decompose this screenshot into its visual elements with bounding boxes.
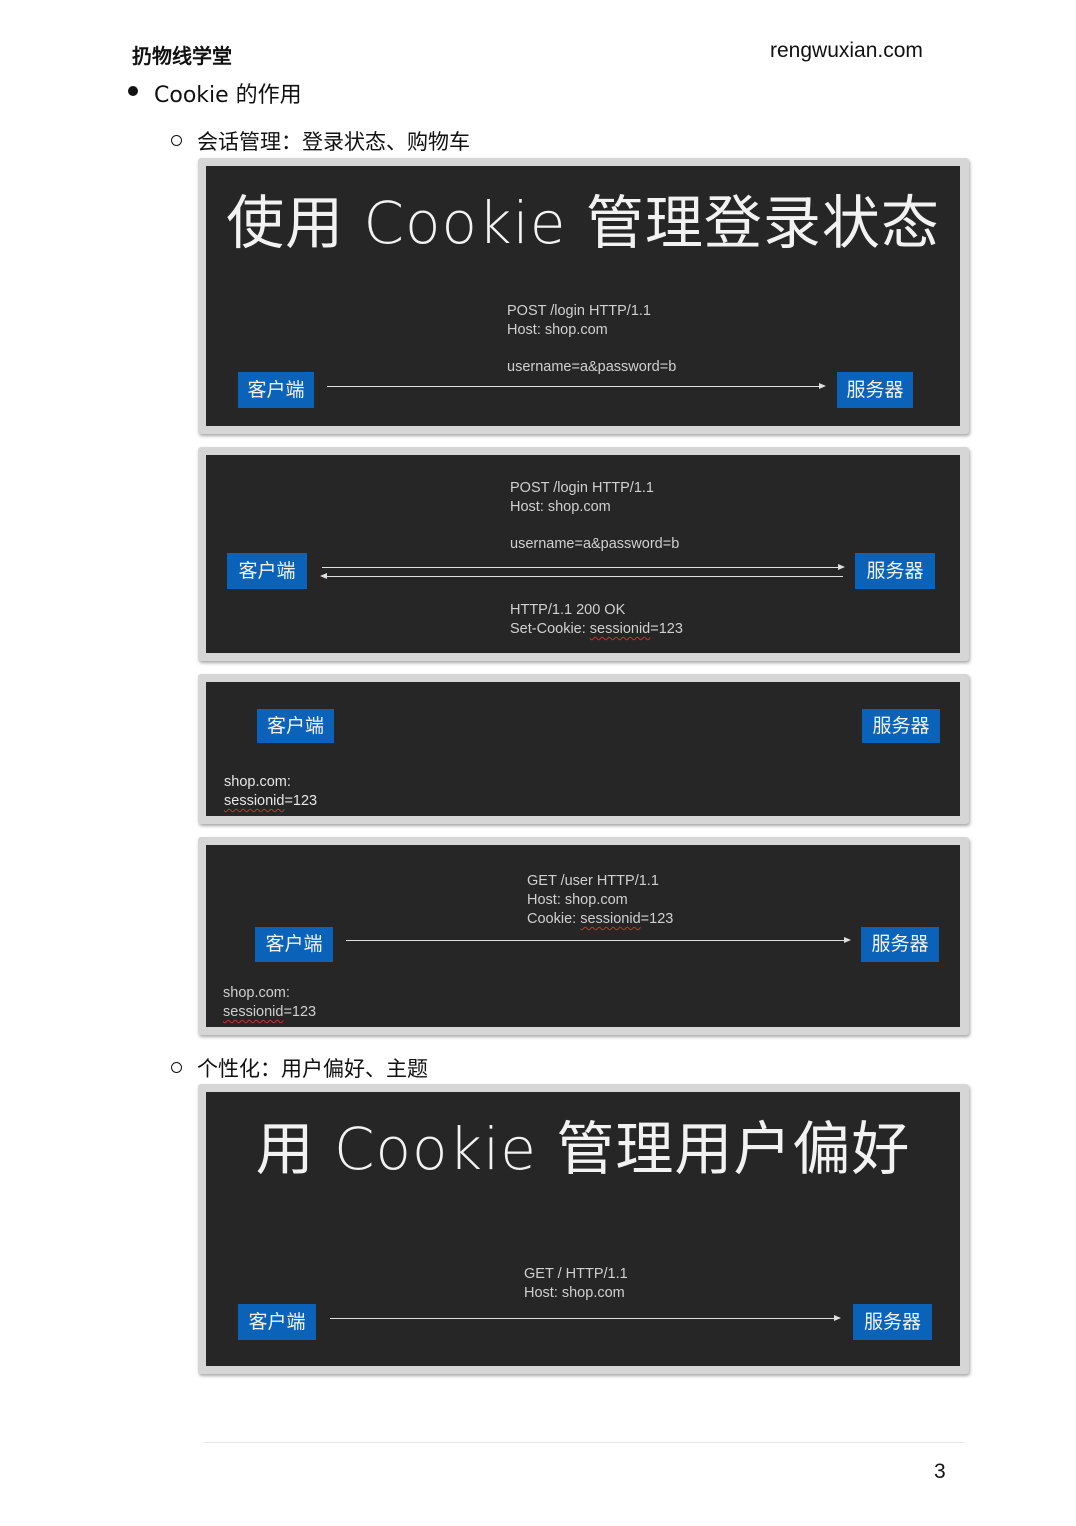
response-arrow [320, 573, 843, 579]
bullet-dot-icon [128, 86, 138, 96]
header-site: rengwuxian.com [770, 39, 923, 62]
slide-title: 用 Cookie 管理用户偏好 [255, 1115, 911, 1183]
response-message: HTTP/1.1 200 OK Set-Cookie: sessionid=12… [510, 601, 683, 639]
slide-title: 使用 Cookie 管理登录状态 [226, 189, 940, 257]
client-box: 客户端 [227, 553, 307, 589]
page-number: 3 [934, 1460, 946, 1483]
cookie-value: sessionid=123 [223, 1004, 317, 1020]
bullet-ring-icon [171, 135, 182, 146]
slide-cookie-stored: 客户端 服务器 shop.com: sessionid=123 [198, 674, 969, 824]
request-arrow [322, 564, 845, 570]
request-line: GET / HTTP/1.1 [524, 1266, 628, 1282]
request-message: GET / HTTP/1.1 Host: shop.com [524, 1265, 628, 1303]
slide-cookie-sent: GET /user HTTP/1.1 Host: shop.com Cookie… [198, 837, 969, 1035]
subsection-session: 会话管理：登录状态、购物车 [197, 130, 470, 154]
cookie-domain: shop.com: [224, 774, 291, 790]
slide-login-title: 使用 Cookie 管理登录状态 POST /login HTTP/1.1 Ho… [198, 158, 969, 434]
server-box: 服务器 [837, 372, 913, 408]
slide-login-response: POST /login HTTP/1.1 Host: shop.com user… [198, 447, 969, 661]
subsection-personalization: 个性化：用户偏好、主题 [197, 1057, 428, 1081]
request-message: GET /user HTTP/1.1 Host: shop.com Cookie… [527, 872, 673, 929]
server-box: 服务器 [862, 709, 940, 743]
request-arrow [327, 383, 826, 389]
cookie-store: shop.com: sessionid=123 [224, 773, 317, 811]
section-heading: Cookie 的作用 [154, 83, 302, 108]
request-host: Host: shop.com [510, 499, 611, 515]
response-status: HTTP/1.1 200 OK [510, 602, 626, 618]
request-body: username=a&password=b [507, 359, 677, 375]
cookie-header: Cookie: sessionid=123 [527, 911, 674, 927]
server-box: 服务器 [855, 553, 935, 589]
cookie-domain: shop.com: [223, 985, 290, 1001]
bullet-ring-icon [171, 1062, 182, 1073]
request-message: POST /login HTTP/1.1 Host: shop.com user… [507, 302, 676, 377]
cookie-store: shop.com: sessionid=123 [223, 984, 316, 1022]
client-box: 客户端 [255, 927, 333, 962]
request-host: Host: shop.com [507, 322, 608, 338]
header-brand: 扔物线学堂 [132, 44, 232, 68]
set-cookie-header: Set-Cookie: sessionid=123 [510, 621, 683, 637]
request-host: Host: shop.com [524, 1285, 625, 1301]
request-message: POST /login HTTP/1.1 Host: shop.com user… [510, 479, 679, 554]
request-line: GET /user HTTP/1.1 [527, 873, 659, 889]
request-body: username=a&password=b [510, 536, 680, 552]
client-box: 客户端 [238, 1304, 316, 1340]
request-line: POST /login HTTP/1.1 [510, 480, 654, 496]
client-box: 客户端 [257, 709, 334, 743]
request-host: Host: shop.com [527, 892, 628, 908]
server-box: 服务器 [861, 927, 939, 962]
request-line: POST /login HTTP/1.1 [507, 303, 651, 319]
request-arrow [330, 1315, 841, 1321]
slide-preferences: 用 Cookie 管理用户偏好 GET / HTTP/1.1 Host: sho… [198, 1084, 969, 1374]
server-box: 服务器 [853, 1304, 932, 1340]
cookie-value: sessionid=123 [224, 793, 318, 809]
client-box: 客户端 [238, 372, 314, 408]
request-arrow [346, 937, 851, 943]
footer-divider [204, 1442, 964, 1443]
